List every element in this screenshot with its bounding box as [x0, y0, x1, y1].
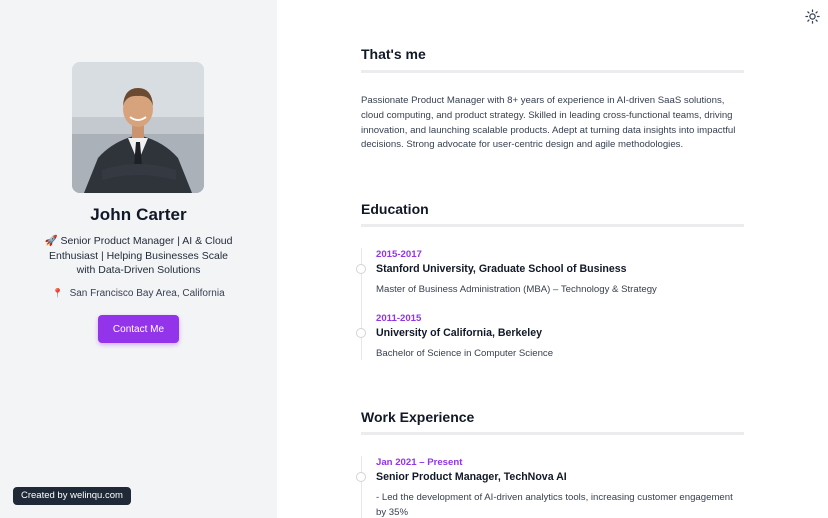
profile-photo [72, 62, 204, 193]
education-degree: Master of Business Administration (MBA) … [376, 284, 657, 295]
profile-name: John Carter [90, 205, 187, 224]
timeline-dot [356, 472, 366, 482]
work-timeline-line [361, 456, 362, 518]
contact-me-button[interactable]: Contact Me [98, 315, 179, 343]
profile-sidebar: John Carter 🚀 Senior Product Manager | A… [0, 0, 277, 518]
education-title: Education [361, 201, 429, 217]
work-role: Senior Product Manager, TechNova AI [376, 471, 567, 483]
theme-toggle-button[interactable] [804, 8, 821, 25]
timeline-dot [356, 264, 366, 274]
created-by-badge[interactable]: Created by welinqu.com [13, 487, 131, 505]
education-date: 2015-2017 [376, 249, 422, 260]
sun-icon [805, 9, 820, 24]
profile-headline: 🚀 Senior Product Manager | AI & Cloud En… [44, 235, 233, 277]
education-divider [361, 224, 744, 227]
work-date: Jan 2021 – Present [376, 457, 463, 468]
about-divider [361, 70, 744, 73]
education-school: University of California, Berkeley [376, 327, 543, 339]
location-text: San Francisco Bay Area, California [69, 288, 225, 299]
education-school: Stanford University, Graduate School of … [376, 263, 627, 275]
education-degree: Bachelor of Science in Computer Science [376, 348, 554, 359]
map-pin-icon: 📍 [52, 288, 64, 298]
timeline-dot [356, 328, 366, 338]
education-date: 2011-2015 [376, 313, 422, 324]
work-experience-title: Work Experience [361, 409, 475, 425]
work-description: - Led the development of AI-driven analy… [376, 492, 733, 518]
about-text: Passionate Product Manager with 8+ years… [361, 95, 736, 151]
work-divider [361, 432, 744, 435]
about-title: That's me [361, 46, 426, 62]
profile-location: 📍 San Francisco Bay Area, California [0, 288, 277, 299]
